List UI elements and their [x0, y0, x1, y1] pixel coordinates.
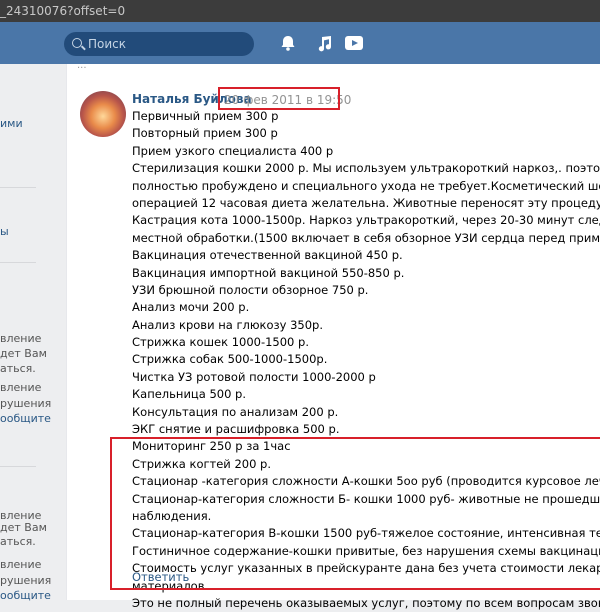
search-icon [72, 38, 82, 48]
post-line: Чистка УЗ ротовой полости 1000-2000 р [132, 369, 376, 384]
divider [0, 187, 36, 188]
sidebar-fragment: вление [0, 381, 42, 394]
post-line: Анализ мочи 200 р. [132, 300, 250, 315]
bell-icon[interactable] [278, 33, 298, 53]
divider [0, 262, 36, 263]
avatar[interactable] [80, 91, 126, 137]
sidebar-fragment[interactable]: ими [0, 117, 23, 130]
sidebar-report-link[interactable]: ообщите [0, 412, 51, 425]
post-line: Это не полный перечень оказываемых услуг… [132, 595, 600, 610]
left-sidebar: ими ы вление дет Вам аться. вление рушен… [0, 64, 60, 602]
music-icon[interactable] [314, 33, 334, 53]
sidebar-fragment: рушения [0, 397, 52, 410]
divider [0, 466, 36, 467]
post-line: Кастрация кота 1000-1500р. Наркоз ультра… [132, 213, 600, 228]
post-line: Анализ крови на глюкозу 350р. [132, 317, 323, 332]
sidebar-fragment: аться. [0, 362, 36, 375]
post-line: Прием узкого специалиста 400 р [132, 143, 334, 158]
search-input[interactable]: Поиск [64, 32, 254, 56]
inpatient-highlight-box [110, 437, 600, 590]
video-play-icon[interactable] [344, 33, 364, 53]
sidebar-fragment: вление [0, 558, 42, 571]
sidebar-fragment: рушения [0, 574, 52, 587]
post-line: Вакцинация отечественной вакциной 450 р. [132, 248, 403, 263]
post-line: полностью пробуждено и специального уход… [132, 178, 600, 193]
post-line: Первичный прием 300 р [132, 109, 279, 123]
post-line: Капельница 500 р. [132, 387, 247, 402]
previous-post-fragment: ... [77, 60, 87, 71]
post-line: Стрижка кошек 1000-1500 р. [132, 335, 309, 350]
post-line: Стерилизация кошки 2000 р. Мы используем… [132, 161, 600, 176]
post-line: ЭКГ снятие и расшифровка 500 р. [132, 422, 340, 437]
sidebar-fragment: аться. [0, 535, 36, 548]
address-bar[interactable]: _24310076?offset=0 [0, 0, 600, 22]
post-line: УЗИ брюшной полости обзорное 750 р. [132, 282, 369, 297]
sidebar-fragment: вление [0, 332, 42, 345]
date-highlight-box [218, 87, 340, 110]
sidebar-report-link[interactable]: ообщите [0, 589, 51, 602]
sidebar-fragment: дет Вам [0, 347, 47, 360]
post-line: Повторный прием 300 р [132, 126, 278, 141]
search-placeholder: Поиск [88, 37, 127, 51]
post-line: Вакцинация импортной вакциной 550-850 р. [132, 265, 405, 280]
post-line: Стрижка собак 500-1000-1500р. [132, 352, 328, 367]
sidebar-fragment: дет Вам [0, 521, 47, 534]
post-line: операцией 12 часовая диета желательна. Ж… [132, 195, 600, 210]
post-line: местной обработки.(1500 включает в себя … [132, 230, 600, 245]
sidebar-fragment[interactable]: ы [0, 225, 9, 238]
post-line: Консультация по анализам 200 р. [132, 404, 339, 419]
